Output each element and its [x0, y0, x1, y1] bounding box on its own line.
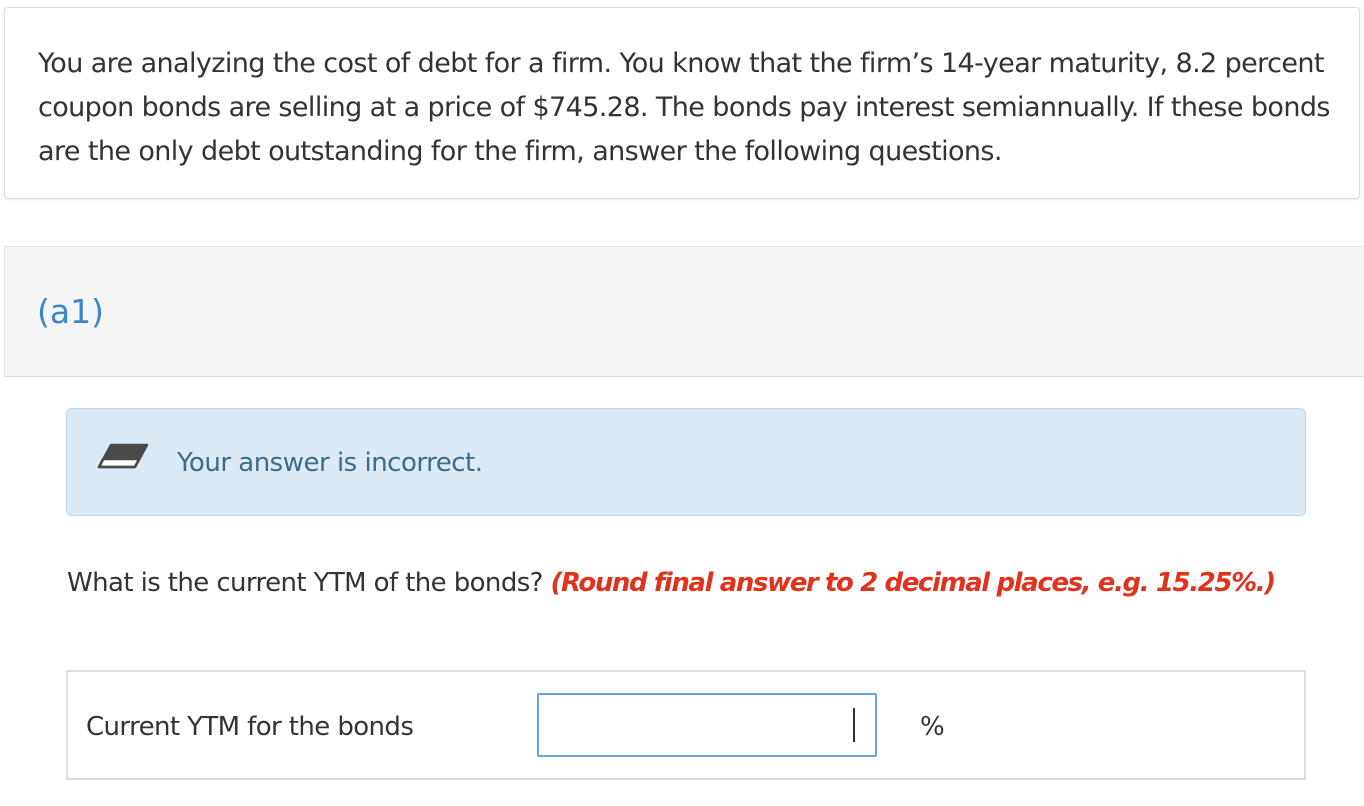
question-text: You are analyzing the cost of debt for a…: [38, 48, 1330, 167]
text-cursor: [853, 708, 855, 742]
answer-row: Current YTM for the bonds %: [66, 670, 1306, 780]
feedback-banner: Your answer is incorrect.: [66, 408, 1306, 516]
feedback-message: Your answer is incorrect.: [177, 448, 483, 478]
part-header: (a1): [4, 246, 1364, 377]
prompt-text: What is the current YTM of the bonds?: [67, 568, 543, 598]
percent-unit: %: [920, 712, 945, 742]
answer-label: Current YTM for the bonds: [86, 712, 414, 742]
part-label: (a1): [37, 292, 104, 331]
question-box: You are analyzing the cost of debt for a…: [4, 7, 1360, 199]
ytm-answer-input[interactable]: [537, 693, 877, 757]
rounding-instruction: (Round final answer to 2 decimal places,…: [550, 568, 1277, 598]
eraser-icon: [97, 443, 149, 473]
question-prompt: What is the current YTM of the bonds? (R…: [67, 564, 1277, 602]
